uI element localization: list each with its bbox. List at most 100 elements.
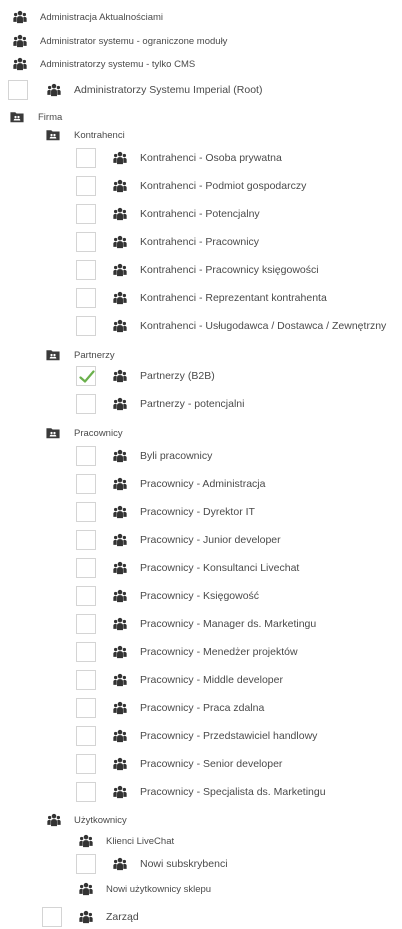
checkbox[interactable] [76, 394, 96, 414]
group-icon [113, 151, 127, 165]
list-item: Pracownicy - Przedstawiciel handlowy [0, 724, 402, 748]
group-icon [113, 729, 127, 743]
checkbox[interactable] [76, 670, 96, 690]
item-label: Kontrahenci - Pracownicy księgowości [140, 264, 319, 276]
list-item: Pracownicy - Menedżer projektów [0, 640, 402, 664]
item-label: Partnerzy - potencjalni [140, 398, 245, 410]
group-icon [113, 645, 127, 659]
folder-label: Firma [38, 111, 63, 123]
list-item: Kontrahenci - Potencjalny [0, 202, 402, 226]
checkbox[interactable] [76, 642, 96, 662]
group-icon [113, 179, 127, 193]
checkbox[interactable] [76, 204, 96, 224]
item-label: Pracownicy - Senior developer [140, 758, 283, 770]
list-item: Pracownicy - Dyrektor IT [0, 500, 402, 524]
item-label: Byli pracownicy [140, 450, 213, 462]
list-item: Nowi subskrybenci [0, 852, 402, 876]
group-icon [113, 319, 127, 333]
checkbox[interactable] [42, 907, 62, 927]
item-label: Pracownicy - Manager ds. Marketingu [140, 618, 317, 630]
list-item: Byli pracownicy [0, 444, 402, 468]
check-icon [79, 370, 95, 383]
list-item: Kontrahenci - Pracownicy [0, 230, 402, 254]
list-item: Pracownicy - Praca zdalna [0, 696, 402, 720]
list-item: Partnerzy - potencjalni [0, 392, 402, 416]
folder-users-icon [10, 110, 24, 124]
folder-label: Partnerzy [74, 349, 115, 361]
checkbox[interactable] [76, 614, 96, 634]
item-label: Nowi subskrybenci [140, 858, 228, 870]
checkbox[interactable] [76, 148, 96, 168]
list-item: Administracja Aktualnościami [0, 5, 402, 29]
item-label: Pracownicy - Przedstawiciel handlowy [140, 730, 318, 742]
group-icon [113, 291, 127, 305]
checkbox[interactable] [76, 854, 96, 874]
item-label: Administrator systemu - ograniczone modu… [40, 35, 228, 47]
folder-users-icon [46, 128, 60, 142]
folder-label: Pracownicy [74, 427, 123, 439]
list-item: Pracownicy - Specjalista ds. Marketingu [0, 780, 402, 804]
checkbox[interactable] [76, 176, 96, 196]
item-label: Pracownicy - Konsultanci Livechat [140, 562, 300, 574]
group-icon [113, 369, 127, 383]
group-icon [13, 57, 27, 71]
group-icon [113, 477, 127, 491]
folder-users-icon [46, 348, 60, 362]
item-label: Administracja Aktualnościami [40, 11, 164, 23]
checkbox[interactable] [76, 530, 96, 550]
item-label: Partnerzy (B2B) [140, 370, 215, 382]
group-icon [113, 449, 127, 463]
folder-users-icon [46, 426, 60, 440]
list-item: Kontrahenci - Pracownicy księgowości [0, 258, 402, 282]
checkbox[interactable] [8, 80, 28, 100]
group-icon [113, 757, 127, 771]
checkbox-checked[interactable] [76, 366, 96, 386]
group-icon [113, 561, 127, 575]
item-label: Pracownicy - Specjalista ds. Marketingu [140, 786, 326, 798]
folder-pracownicy: Pracownicy [0, 421, 402, 445]
checkbox[interactable] [76, 586, 96, 606]
list-item: Pracownicy - Administracja [0, 472, 402, 496]
checkbox[interactable] [76, 754, 96, 774]
item-label: Nowi użytkownicy sklepu [106, 883, 212, 895]
list-item: Kontrahenci - Usługodawca / Dostawca / Z… [0, 314, 402, 338]
group-icon [113, 785, 127, 799]
checkbox[interactable] [76, 260, 96, 280]
checkbox[interactable] [76, 474, 96, 494]
checkbox[interactable] [76, 232, 96, 252]
checkbox[interactable] [76, 698, 96, 718]
checkbox[interactable] [76, 558, 96, 578]
group-icon [113, 857, 127, 871]
item-label: Pracownicy - Middle developer [140, 674, 283, 686]
item-label: Kontrahenci - Podmiot gospodarczy [140, 180, 307, 192]
list-item: Kontrahenci - Reprezentant kontrahenta [0, 286, 402, 310]
folder-label: Kontrahenci [74, 129, 125, 141]
group-icon [113, 701, 127, 715]
item-label: Pracownicy - Praca zdalna [140, 702, 265, 714]
checkbox[interactable] [76, 446, 96, 466]
group-icon [113, 617, 127, 631]
item-label: Kontrahenci - Pracownicy [140, 236, 260, 248]
group-icon [79, 834, 93, 848]
item-label: Kontrahenci - Potencjalny [140, 208, 260, 220]
checkbox[interactable] [76, 316, 96, 336]
group-icon [113, 207, 127, 221]
checkbox[interactable] [76, 288, 96, 308]
list-item: Pracownicy - Księgowość [0, 584, 402, 608]
group-icon [113, 505, 127, 519]
list-item: Kontrahenci - Podmiot gospodarczy [0, 174, 402, 198]
checkbox[interactable] [76, 726, 96, 746]
list-item: Klienci LiveChat [0, 829, 402, 853]
checkbox[interactable] [76, 502, 96, 522]
group-icon [113, 533, 127, 547]
checkbox[interactable] [76, 782, 96, 802]
item-label: Pracownicy - Dyrektor IT [140, 506, 255, 518]
list-item: Pracownicy - Middle developer [0, 668, 402, 692]
group-icon [13, 34, 27, 48]
group-icon [113, 673, 127, 687]
group-icon [47, 813, 61, 827]
group-icon [113, 589, 127, 603]
list-item-root: Administratorzy Systemu Imperial (Root) [0, 78, 402, 102]
group-icon [113, 263, 127, 277]
list-item: Pracownicy - Konsultanci Livechat [0, 556, 402, 580]
